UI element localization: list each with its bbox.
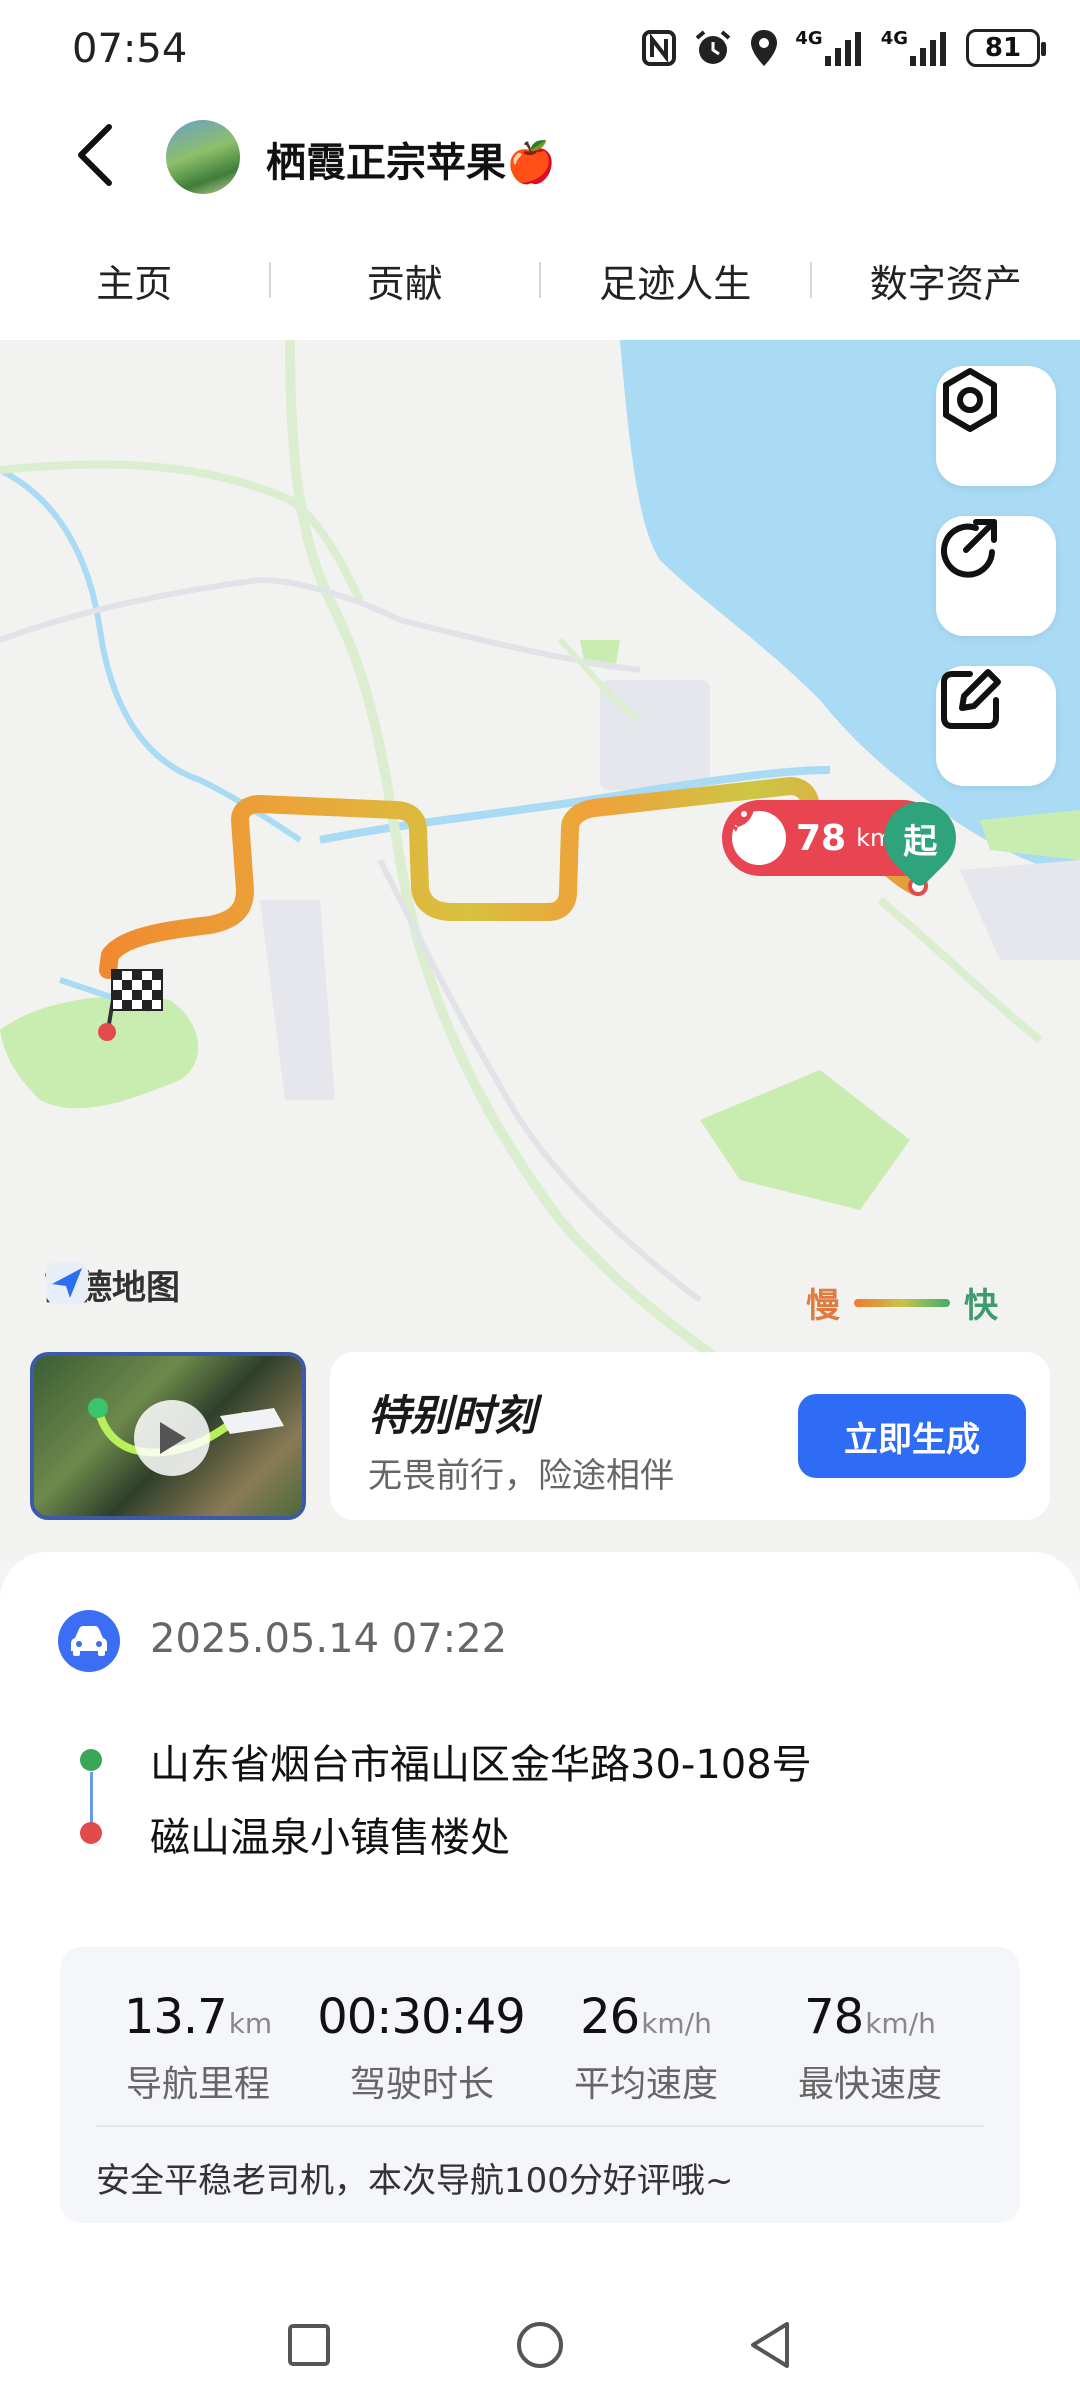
legend-slow-label: 慢: [806, 1286, 840, 1326]
stats-divider: [96, 2125, 984, 2127]
share-button[interactable]: [936, 516, 1056, 636]
tab-digital-assets[interactable]: 数字资产: [812, 253, 1080, 308]
signal-1-icon: 4G: [795, 28, 864, 68]
generate-button[interactable]: 立即生成: [798, 1394, 1026, 1478]
max-speed-value: 78: [796, 817, 847, 859]
recents-button[interactable]: [274, 2310, 344, 2380]
start-label: 起: [903, 821, 937, 862]
end-point-dot: [98, 1023, 116, 1041]
building-block: [960, 860, 1080, 960]
status-icons: 4G 4G 81: [641, 28, 1046, 68]
video-thumbnail[interactable]: [30, 1352, 306, 1520]
stat-max-speed: 78km/h 最快速度: [760, 1989, 980, 2107]
back-button[interactable]: [60, 120, 130, 190]
status-time: 07:54: [72, 26, 188, 72]
tab-bar: 主页 贡献 足迹人生 数字资产: [0, 220, 1080, 340]
amap-logo-icon: [46, 1262, 88, 1304]
stat-label: 最快速度: [797, 2064, 942, 2105]
stat-unit: km/h: [641, 2007, 712, 2040]
stat-avg-speed: 26km/h 平均速度: [536, 1989, 756, 2107]
stat-value: 26: [580, 1989, 640, 2045]
alarm-icon: [693, 28, 733, 68]
building-block: [260, 900, 335, 1100]
stat-value: 78: [804, 1989, 864, 2045]
header: 栖霞正宗苹果🍎: [0, 100, 1080, 220]
special-moment-body: 特别时刻 无畏前行，险途相伴 立即生成: [330, 1352, 1050, 1520]
amap-logo: 高德地图: [44, 1260, 180, 1309]
network-type-2: 4G: [880, 28, 908, 49]
trip-detail-card: 2025.05.14 07:22 山东省烟台市福山区金华路30-108号 磁山温…: [0, 1552, 1080, 2400]
start-address: 山东省烟台市福山区金华路30-108号: [150, 1742, 812, 1788]
building-block: [600, 680, 710, 790]
triangle-back-icon: [751, 2322, 789, 2368]
legend-fast-label: 快: [964, 1286, 998, 1326]
legend-gradient-bar: [854, 1298, 950, 1307]
road: [377, 858, 702, 1303]
stat-label: 导航里程: [125, 2064, 270, 2105]
share-icon: [941, 519, 997, 578]
play-icon: [160, 1422, 186, 1454]
play-button[interactable]: [134, 1400, 210, 1476]
end-address: 磁山温泉小镇售楼处: [150, 1815, 510, 1861]
network-type-1: 4G: [795, 28, 823, 49]
special-moment-card: 特别时刻 无畏前行，险途相伴 立即生成: [30, 1352, 1050, 1520]
stat-unit: km/h: [865, 2007, 936, 2040]
settings-icon: [943, 368, 997, 432]
end-dot: [80, 1822, 102, 1844]
system-nav-bar: [0, 2290, 1080, 2400]
river: [0, 467, 302, 843]
status-bar: 07:54 4G 4G 81: [0, 0, 1080, 100]
stat-value: 00:30:49: [317, 1989, 526, 2045]
car-icon: [58, 1610, 120, 1672]
edit-button[interactable]: [936, 666, 1056, 786]
tab-contribution[interactable]: 贡献: [271, 253, 540, 308]
circle-icon: [517, 2322, 563, 2368]
start-dot: [80, 1749, 102, 1771]
trip-stats: 13.7km 导航里程 00:30:49 驾驶时长 26km/h 平均速度 78…: [60, 1947, 1020, 2223]
battery-level: 81: [984, 33, 1022, 63]
tab-home[interactable]: 主页: [0, 253, 269, 308]
park-area: [0, 996, 199, 1109]
nfc-icon: [641, 28, 677, 68]
speed-legend: 慢 快: [806, 1278, 998, 1327]
home-button[interactable]: [505, 2310, 575, 2380]
location-icon: [749, 28, 779, 68]
avatar[interactable]: [166, 120, 240, 194]
trip-comment: 安全平稳老司机，本次导航100分好评哦~: [96, 2161, 734, 2201]
special-moment-title: 特别时刻: [368, 1391, 537, 1440]
rocket-icon: [726, 804, 786, 865]
trip-datetime: 2025.05.14 07:22: [150, 1616, 508, 1662]
battery-icon: 81: [966, 29, 1046, 67]
stat-value: 13.7: [123, 1989, 228, 2045]
tab-footprints[interactable]: 足迹人生: [541, 253, 810, 308]
signal-2-icon: 4G: [881, 28, 950, 68]
stat-label: 平均速度: [573, 2064, 718, 2105]
back-nav-button[interactable]: [734, 2310, 804, 2380]
stat-distance: 13.7km 导航里程: [88, 1989, 308, 2107]
special-moment-subtitle: 无畏前行，险途相伴: [368, 1456, 674, 1496]
stat-duration: 00:30:49 驾驶时长: [312, 1989, 532, 2107]
stat-unit: km: [228, 2007, 273, 2040]
username: 栖霞正宗苹果🍎: [266, 140, 556, 186]
park-area: [700, 1070, 910, 1210]
settings-button[interactable]: [936, 366, 1056, 486]
chevron-left-icon: [78, 124, 112, 186]
checkered-flag-icon: [111, 969, 163, 1011]
square-icon: [288, 2324, 330, 2366]
edit-icon: [941, 669, 1001, 729]
stat-label: 驾驶时长: [349, 2064, 494, 2105]
